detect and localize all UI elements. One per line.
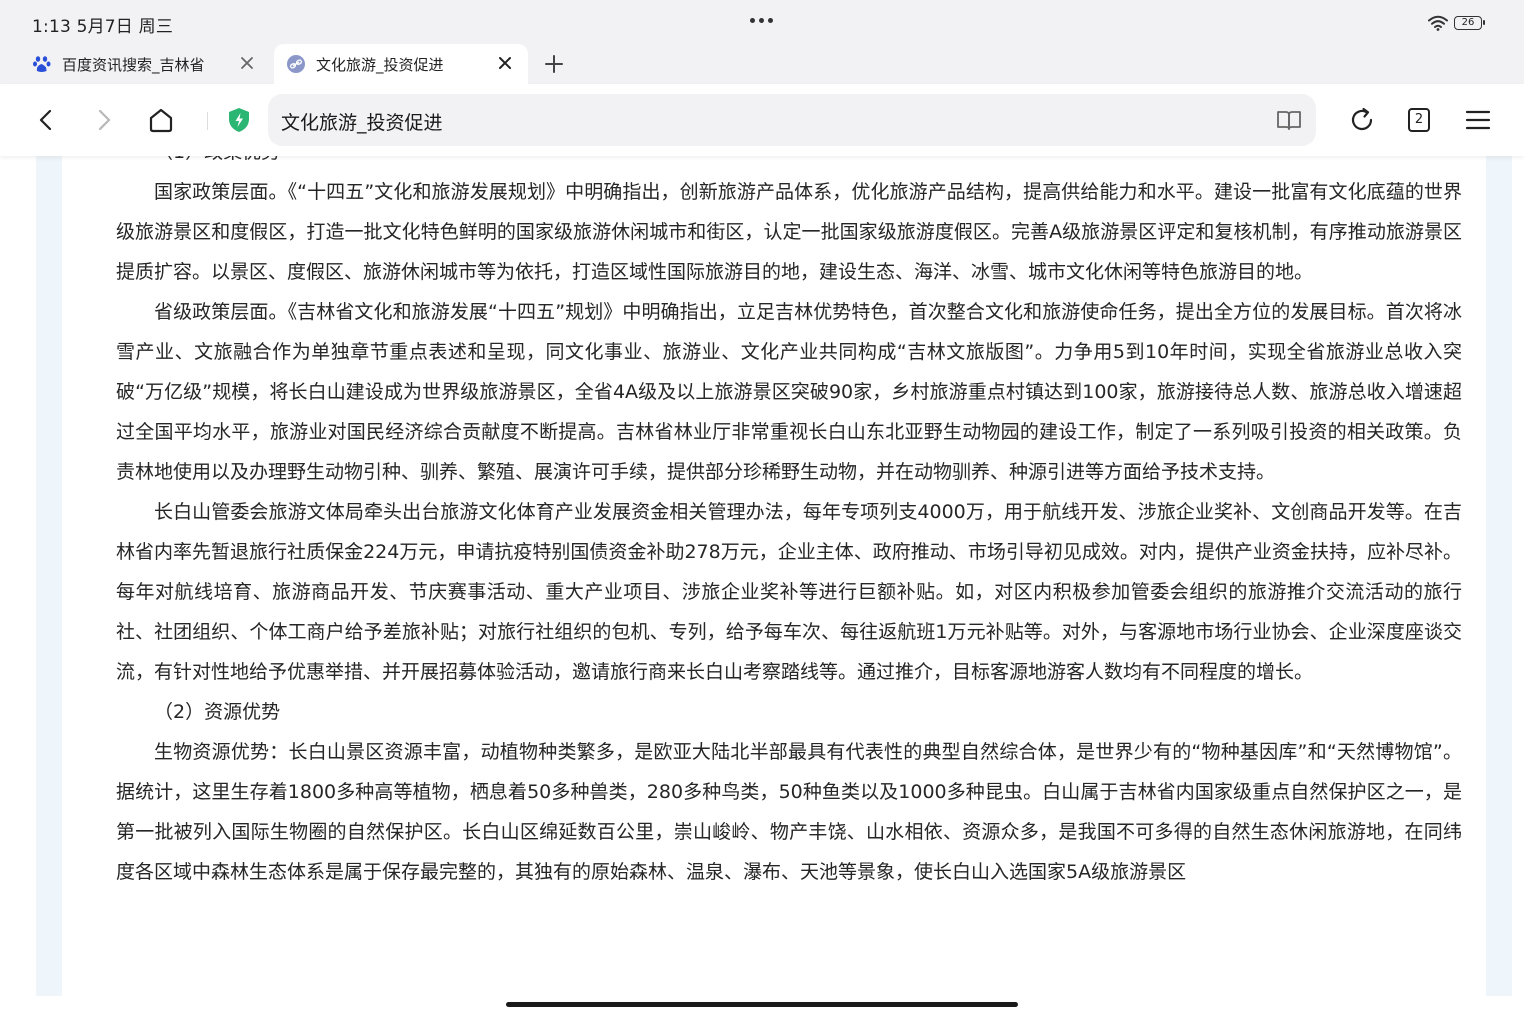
status-bar: 1:13 5月7日 周三 26	[0, 0, 1524, 44]
tab-strip: 百度资讯搜索_吉林省 文化旅游_投资促进	[0, 44, 1524, 84]
security-shield-icon[interactable]	[226, 106, 252, 134]
tab-title: 文化旅游_投资促进	[316, 55, 444, 74]
paragraph-biological-resources: 生物资源优势：长白山景区资源丰富，动植物种类繁多，是欧亚大陆北半部最具有代表性的…	[116, 741, 1462, 883]
back-icon[interactable]	[34, 108, 58, 132]
refresh-icon[interactable]	[1348, 106, 1376, 134]
paragraph-national-policy: 国家政策层面。《“十四五”文化和旅游发展规划》中明确指出，创新旅游产品体系，优化…	[116, 181, 1462, 283]
multitask-dots-icon[interactable]	[748, 10, 776, 23]
home-icon[interactable]	[147, 106, 175, 134]
section-heading-policy: （1）政策优势	[116, 156, 1462, 172]
browser-toolbar: 文化旅游_投资促进 2	[0, 84, 1524, 156]
toolbar-divider	[207, 112, 208, 130]
wifi-icon	[1428, 15, 1448, 31]
address-bar[interactable]: 文化旅游_投资促进	[268, 94, 1316, 146]
forward-icon[interactable]	[92, 108, 116, 132]
status-time: 1:13 5月7日 周三	[32, 17, 174, 37]
paragraph-provincial-policy: 省级政策层面。《吉林省文化和旅游发展“十四五”规划》中明确指出，立足吉林优势特色…	[116, 301, 1462, 483]
baidu-paw-icon	[33, 56, 51, 72]
paragraph-changbaishan-funding: 长白山管委会旅游文体局牵头出台旅游文化体育产业发展资金相关管理办法，每年专项列支…	[116, 501, 1462, 683]
close-tab-icon[interactable]	[238, 54, 256, 72]
section-heading-resources: （2）资源优势	[154, 701, 281, 723]
menu-icon[interactable]	[1465, 108, 1491, 132]
tab-culture-tourism[interactable]: 文化旅游_投资促进	[274, 44, 528, 84]
tab-count-button[interactable]: 2	[1408, 108, 1430, 132]
new-tab-icon[interactable]	[543, 53, 565, 75]
battery-icon: 26	[1454, 16, 1485, 30]
page-side-band	[36, 156, 62, 996]
article-body: （1）政策优势 国家政策层面。《“十四五”文化和旅游发展规划》中明确指出，创新旅…	[116, 156, 1462, 892]
tab-title: 百度资讯搜索_吉林省	[62, 55, 205, 74]
address-text[interactable]: 文化旅游_投资促进	[281, 108, 443, 135]
page-side-band	[1486, 156, 1512, 996]
link-icon	[287, 55, 305, 73]
web-page-content[interactable]: （1）政策优势 国家政策层面。《“十四五”文化和旅游发展规划》中明确指出，创新旅…	[0, 156, 1524, 996]
home-indicator[interactable]	[506, 1002, 1018, 1007]
reader-mode-icon[interactable]	[1276, 108, 1302, 132]
tab-baidu-news[interactable]: 百度资讯搜索_吉林省	[20, 44, 270, 84]
close-tab-icon[interactable]	[496, 54, 514, 72]
